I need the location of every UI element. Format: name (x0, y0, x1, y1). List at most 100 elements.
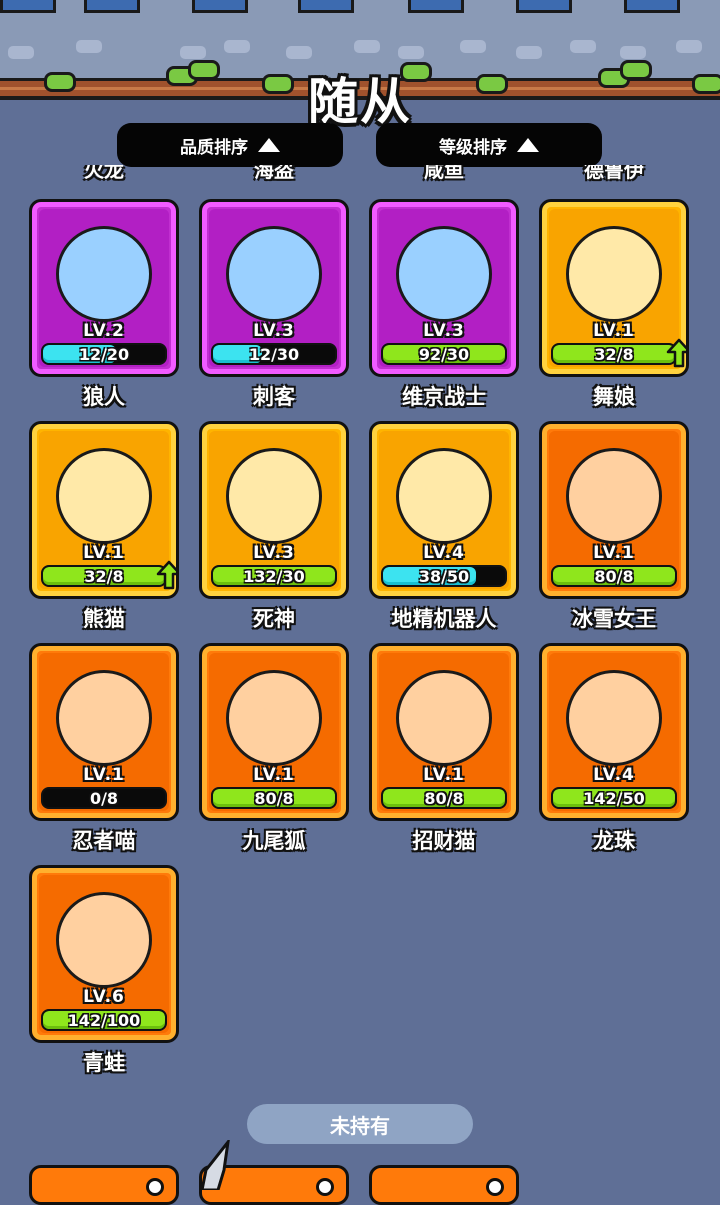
companion-name: 九尾狐 (242, 829, 306, 853)
sort-by-quality-label: 品质排序 (180, 137, 248, 158)
battlement-window (0, 0, 56, 13)
ice-queen-icon (566, 448, 662, 544)
companion-level: LV.2 (83, 321, 125, 341)
goblin-robot-icon (396, 448, 492, 544)
lock-icon (486, 1178, 504, 1196)
companion-card[interactable]: LV.1 0/8 (29, 643, 179, 821)
sword-blade-icon (200, 1140, 230, 1190)
sort-by-level-button[interactable]: 等级排序 (376, 123, 602, 167)
companion-level: LV.1 (423, 765, 465, 785)
companion-level: LV.4 (423, 543, 465, 563)
wall-brick (8, 46, 34, 59)
companion-card[interactable]: LV.1 32/8 (539, 199, 689, 377)
shard-progress-bar: 132/30 (211, 565, 337, 587)
shard-progress-bar: 80/8 (211, 787, 337, 809)
sort-ascending-icon (517, 138, 539, 152)
wall-brick (398, 46, 424, 59)
nine-tailed-fox-icon (226, 670, 322, 766)
companion-level: LV.3 (423, 321, 465, 341)
sort-by-quality-button[interactable]: 品质排序 (117, 123, 343, 167)
shard-progress-text: 92/30 (418, 345, 470, 364)
battlement-window (192, 0, 248, 13)
companion-card[interactable]: LV.2 12/20 (29, 199, 179, 377)
shard-progress-bar: 142/100 (41, 1009, 167, 1031)
battlement-window (624, 0, 680, 13)
companion-name: 忍者喵 (72, 829, 136, 853)
shard-progress-bar: 0/8 (41, 787, 167, 809)
page-title: 随从 (308, 73, 412, 131)
companion-name: 狼人 (83, 385, 125, 409)
shard-progress-text: 38/50 (418, 567, 470, 586)
wall-brick (224, 40, 250, 53)
companion-level: LV.1 (593, 321, 635, 341)
shard-progress-text: 80/8 (254, 789, 294, 808)
shard-progress-text: 12/20 (78, 345, 130, 364)
shard-progress-bar: 12/20 (41, 343, 167, 365)
battlement-window (516, 0, 572, 13)
lucky-cat-icon (396, 670, 492, 766)
companion-card[interactable]: LV.1 80/8 (199, 643, 349, 821)
shard-progress-text: 0/8 (89, 789, 119, 808)
shard-progress-text: 32/8 (84, 567, 124, 586)
companion-level: LV.3 (253, 321, 295, 341)
unowned-companion-card[interactable] (29, 1165, 179, 1205)
dancer-icon (566, 226, 662, 322)
previous-row-name: 德鲁伊 (584, 165, 644, 182)
companion-name: 死神 (253, 607, 295, 631)
previous-row-name: 海盗 (254, 165, 294, 182)
companion-card[interactable]: LV.6 142/100 (29, 865, 179, 1043)
shard-progress-bar: 80/8 (551, 565, 677, 587)
companion-name: 刺客 (253, 385, 295, 409)
wall-brick (570, 40, 596, 53)
companion-name: 舞娘 (593, 385, 635, 409)
companion-level: LV.3 (253, 543, 295, 563)
wall-brick (676, 40, 702, 53)
wall-brick (286, 46, 312, 59)
companion-name: 维京战士 (402, 385, 486, 409)
shard-progress-text: 80/8 (594, 567, 634, 586)
shard-progress-text: 80/8 (424, 789, 464, 808)
companion-card[interactable]: LV.1 80/8 (369, 643, 519, 821)
shard-progress-bar: 142/50 (551, 787, 677, 809)
shard-progress-bar: 32/8 (551, 343, 677, 365)
wall-brick (76, 40, 102, 53)
upgrade-arrow-icon (666, 338, 686, 368)
shard-progress-text: 32/8 (594, 345, 634, 364)
companion-name: 龙珠 (593, 829, 635, 853)
shard-progress-bar: 38/50 (381, 565, 507, 587)
companion-card[interactable]: LV.1 32/8 (29, 421, 179, 599)
unowned-companion-card[interactable] (369, 1165, 519, 1205)
previous-row-name: 咸鱼 (424, 165, 464, 182)
companion-name: 青蛙 (83, 1051, 125, 1075)
companion-name: 熊猫 (83, 607, 125, 631)
companion-card[interactable]: LV.3 12/30 (199, 199, 349, 377)
companion-level: LV.1 (83, 765, 125, 785)
battlement-window (84, 0, 140, 13)
viking-icon (396, 226, 492, 322)
upgrade-arrow-icon (156, 560, 176, 590)
companion-card[interactable]: LV.3 92/30 (369, 199, 519, 377)
shard-progress-bar: 80/8 (381, 787, 507, 809)
companion-card[interactable]: LV.3 132/30 (199, 421, 349, 599)
companion-name: 地精机器人 (391, 607, 497, 631)
frog-icon (56, 892, 152, 988)
wall-brick (180, 46, 206, 59)
shard-progress-text: 142/50 (583, 789, 645, 808)
companion-card[interactable]: LV.4 38/50 (369, 421, 519, 599)
sort-ascending-icon (258, 138, 280, 152)
ninja-cat-icon (56, 670, 152, 766)
panda-icon (56, 448, 152, 544)
lock-icon (316, 1178, 334, 1196)
wall-brick (620, 46, 646, 59)
reaper-icon (226, 448, 322, 544)
companion-level: LV.1 (253, 765, 295, 785)
previous-row-name: 火龙 (84, 165, 124, 182)
companion-card[interactable]: LV.1 80/8 (539, 421, 689, 599)
wall-brick (516, 46, 542, 59)
shard-progress-bar: 32/8 (41, 565, 167, 587)
dragon-orb-icon (566, 670, 662, 766)
assassin-icon (226, 226, 322, 322)
unowned-section-header: 未持有 (247, 1104, 473, 1144)
companion-name: 冰雪女王 (572, 607, 656, 631)
companion-card[interactable]: LV.4 142/50 (539, 643, 689, 821)
